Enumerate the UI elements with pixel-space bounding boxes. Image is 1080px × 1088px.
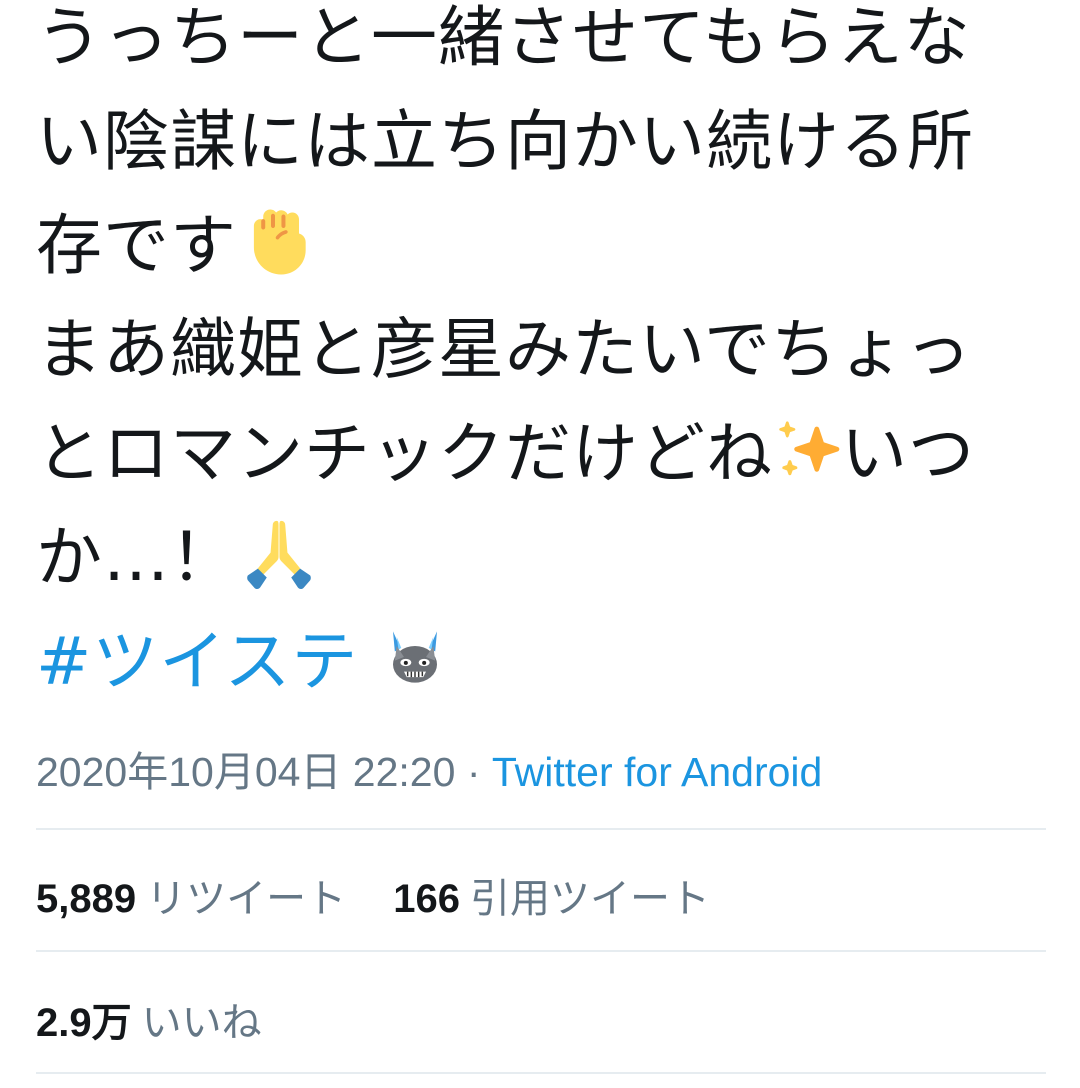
- hashtag-link[interactable]: #ツイステ: [36, 623, 358, 700]
- folded-hands-icon: [247, 520, 311, 590]
- tweet-text-segment: いつ: [841, 415, 975, 492]
- divider: [36, 950, 1046, 952]
- likes-stat[interactable]: 2.9万 いいね: [36, 990, 262, 1048]
- meta-separator: ·: [466, 749, 481, 795]
- tweet-text-segment: とロマンチックだけどね: [36, 415, 773, 492]
- tweet-meta: 2020年10月04日 22:20 · Twitter for Android: [36, 738, 822, 798]
- retweets-stat[interactable]: 5,889 リツイート: [36, 866, 346, 924]
- quote-tweets-label: 引用ツイート: [469, 876, 710, 922]
- tweet-text-segment: い陰謀には立ち向かい続ける所: [36, 103, 974, 180]
- tweet-line: い陰謀には立ち向かい続ける所: [36, 90, 1046, 194]
- quote-tweets-count: 166: [393, 877, 460, 921]
- retweets-count: 5,889: [36, 877, 137, 921]
- quote-tweets-stat[interactable]: 166 引用ツイート: [393, 866, 710, 924]
- likes-label: いいね: [141, 1000, 262, 1046]
- tweet-text: うっちーと一緒させてもらえな い陰謀には立ち向かい続ける所 存です まあ織姫と彦…: [36, 0, 1046, 714]
- tweet-text-segment: まあ織姫と彦星みたいでちょっ: [36, 311, 973, 388]
- divider: [36, 1072, 1046, 1074]
- likes-stats-row: 2.9万 いいね: [36, 990, 298, 1048]
- tweet-line: とロマンチックだけどね いつ: [36, 402, 1046, 506]
- retweet-stats-row: 5,889 リツイート 166 引用ツイート: [36, 866, 746, 924]
- tweet-line: 存です: [36, 194, 1046, 298]
- tweet-source-link[interactable]: Twitter for Android: [492, 749, 822, 795]
- sparkles-icon: [779, 421, 840, 476]
- likes-count: 2.9万: [36, 1001, 132, 1045]
- tweet-line: まあ織姫と彦星みたいでちょっ: [36, 298, 1046, 402]
- tweet-text-segment: うっちーと一緒させてもらえな: [36, 0, 971, 76]
- tweet-line: #ツイステ: [36, 610, 1046, 714]
- retweets-label: リツイート: [146, 876, 347, 922]
- tweet-line: うっちーと一緒させてもらえな: [36, 0, 1046, 90]
- divider: [36, 828, 1046, 830]
- tweet-line: か…！: [36, 506, 1046, 610]
- tweet-text-segment: か…！: [36, 519, 237, 596]
- tweet-timestamp[interactable]: 2020年10月04日 22:20: [36, 749, 455, 795]
- raised-fist-icon: [253, 209, 306, 275]
- tweet-text-segment: 存です: [36, 207, 237, 284]
- blue-flame-cat-icon: [393, 631, 438, 683]
